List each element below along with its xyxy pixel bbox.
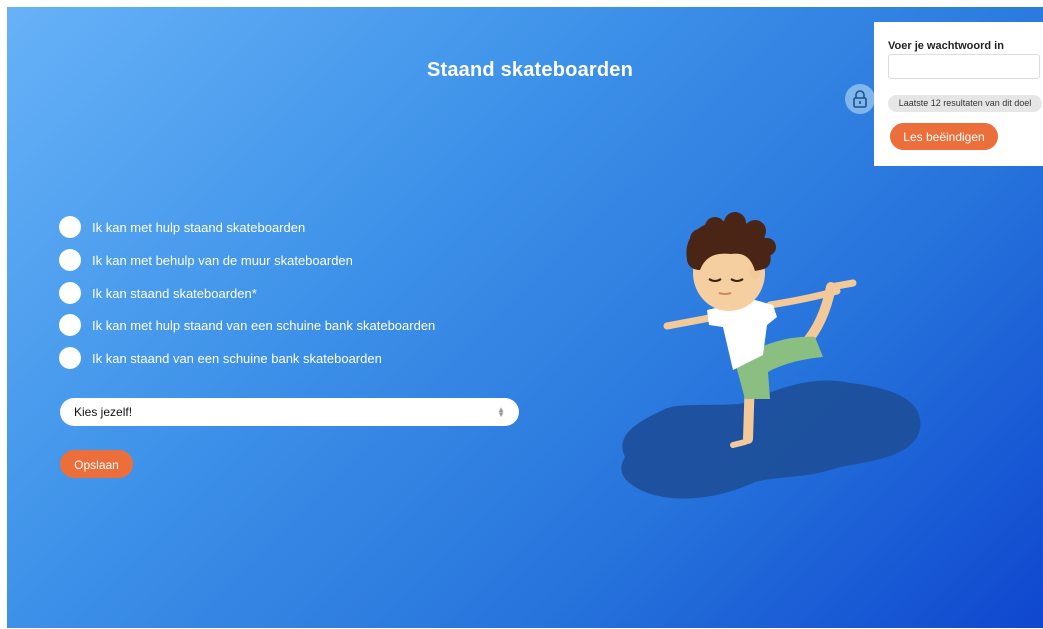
option-label: Ik kan met behulp van de muur skateboard… xyxy=(92,252,353,268)
save-button[interactable]: Opslaan xyxy=(60,450,133,478)
password-label: Voer je wachtwoord in xyxy=(888,40,1004,52)
radio-button[interactable] xyxy=(59,282,81,304)
radio-button[interactable] xyxy=(59,249,81,271)
choice-select[interactable]: Kies jezelf! ▲ ▼ xyxy=(60,398,519,426)
option-label: Ik kan staand van een schuine bank skate… xyxy=(92,350,382,366)
radio-button[interactable] xyxy=(59,347,81,369)
yoga-child-illustration xyxy=(621,212,921,499)
option-item[interactable]: Ik kan staand van een schuine bank skate… xyxy=(59,346,382,370)
option-label: Ik kan met hulp staand skateboarden xyxy=(92,219,306,235)
end-lesson-button[interactable]: Les beëindigen xyxy=(890,123,998,150)
lock-icon xyxy=(853,90,867,108)
radio-button[interactable] xyxy=(59,314,81,336)
lock-button[interactable] xyxy=(845,84,875,114)
lesson-screen: Staand skateboarden Ik kan met hulp staa… xyxy=(7,7,1043,628)
option-item[interactable]: Ik kan met hulp staand skateboarden xyxy=(59,215,305,239)
option-item[interactable]: Ik kan met hulp staand van een schuine b… xyxy=(59,313,435,337)
radio-button[interactable] xyxy=(59,216,81,238)
updown-arrows-icon: ▲ ▼ xyxy=(497,405,505,419)
option-label: Ik kan met hulp staand van een schuine b… xyxy=(92,317,436,333)
option-label: Ik kan staand skateboarden* xyxy=(92,285,257,301)
option-item[interactable]: Ik kan met behulp van de muur skateboard… xyxy=(59,248,353,272)
results-badge[interactable]: Laatste 12 resultaten van dit doel xyxy=(888,95,1042,112)
option-item[interactable]: Ik kan staand skateboarden* xyxy=(59,281,257,305)
password-input[interactable] xyxy=(888,54,1040,79)
select-value: Kies jezelf! xyxy=(74,405,133,419)
password-panel: Voer je wachtwoord in Laatste 12 resulta… xyxy=(874,22,1043,166)
